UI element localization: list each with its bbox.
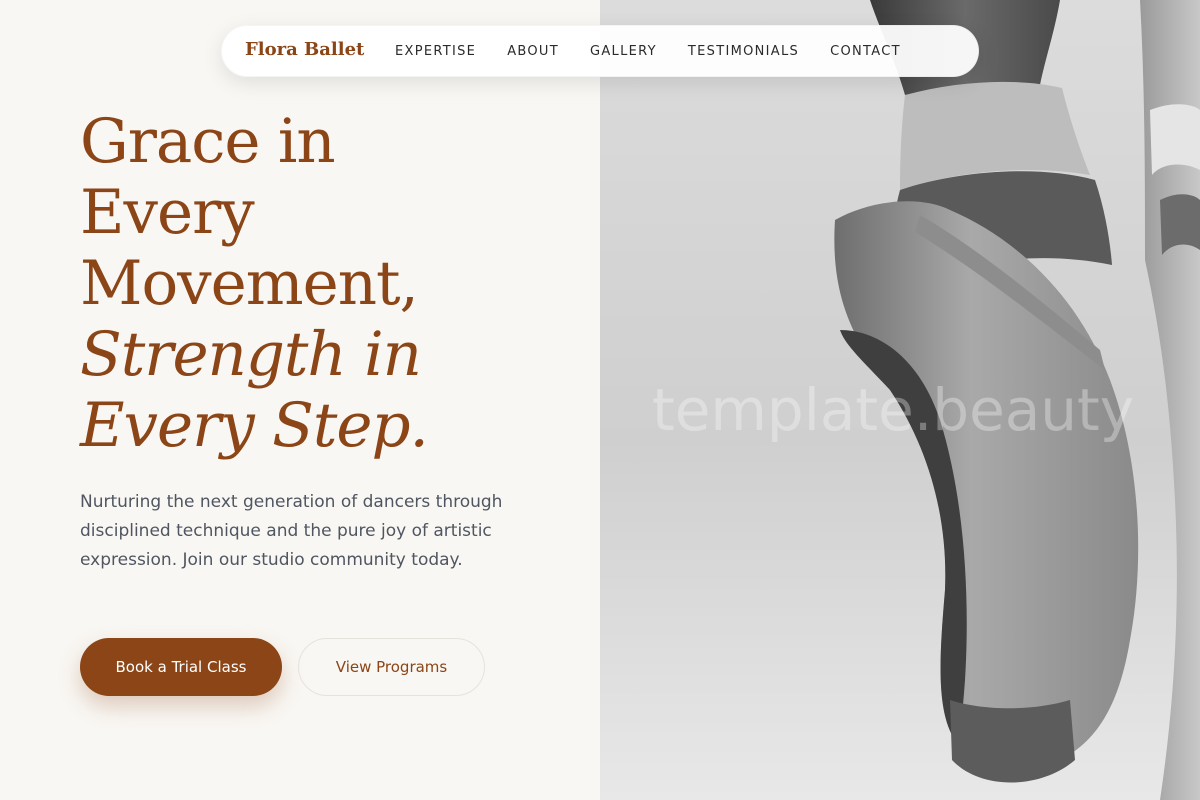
nav-link-contact[interactable]: CONTACT xyxy=(830,44,901,59)
headline-line: Every xyxy=(80,177,255,248)
hero-section: Grace in Every Movement, Strength in Eve… xyxy=(0,0,600,800)
ballet-pointe-shoes-photo xyxy=(600,0,1200,800)
nav-link-about[interactable]: ABOUT xyxy=(507,44,559,59)
brand-logo[interactable]: Flora Ballet xyxy=(245,39,364,60)
nav-link-testimonials[interactable]: TESTIMONIALS xyxy=(688,44,799,59)
headline-italic-line: Every Step. xyxy=(80,390,429,461)
headline-line: Grace in xyxy=(80,106,336,177)
book-trial-class-button[interactable]: Book a Trial Class xyxy=(80,638,282,696)
view-programs-button[interactable]: View Programs xyxy=(298,638,485,696)
hero-subtext: Nurturing the next generation of dancers… xyxy=(80,492,503,570)
navigation-bar: Flora Ballet EXPERTISE ABOUT GALLERY TES… xyxy=(221,25,979,77)
nav-link-gallery[interactable]: GALLERY xyxy=(590,44,657,59)
nav-link-expertise[interactable]: EXPERTISE xyxy=(395,44,476,59)
headline-line: Movement, xyxy=(80,248,419,319)
headline-italic-line: Strength in xyxy=(80,319,422,390)
photo-illustration xyxy=(600,0,1200,800)
nav-links: EXPERTISE ABOUT GALLERY TESTIMONIALS CON… xyxy=(395,26,901,76)
hero-headline: Grace in Every Movement, Strength in Eve… xyxy=(80,106,580,461)
landing-page: Grace in Every Movement, Strength in Eve… xyxy=(0,0,1200,800)
